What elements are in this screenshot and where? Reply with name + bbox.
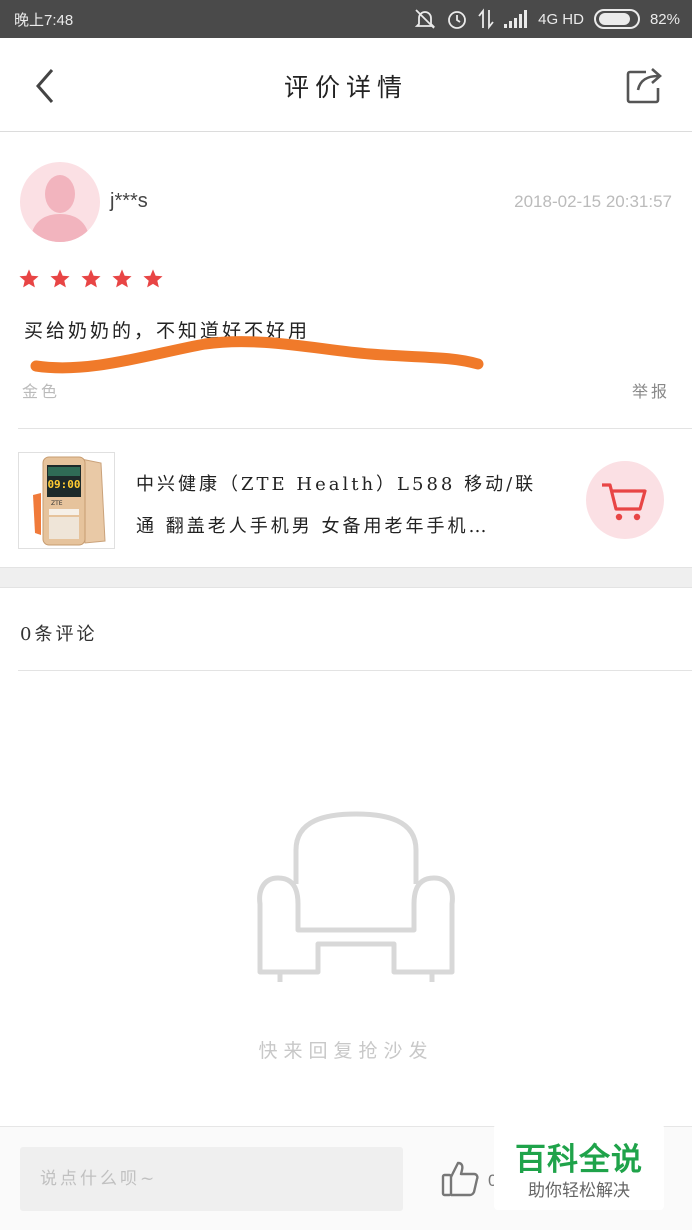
orange-underline-mark (30, 336, 484, 374)
watermark-title: 百科全说 (515, 1142, 643, 1178)
status-bar: 晚上7:48 4G HD 82% (0, 0, 692, 38)
status-icons: 4G HD 82% (414, 8, 680, 30)
star-icon (143, 269, 163, 288)
product-name-line1: 中兴健康（ZTE Health）L588 移动/联 (136, 474, 537, 495)
phone-screen-time: 09:00 (47, 478, 80, 491)
empty-comments-text: 快来回复抢沙发 (258, 1040, 434, 1062)
product-name-line2: 通 翻盖老人手机男 女备用老年手机… (136, 516, 490, 537)
product-thumbnail: 09:00 ZTE (18, 452, 115, 549)
share-icon (626, 68, 662, 104)
section-separator (0, 567, 692, 588)
share-button[interactable] (624, 64, 666, 106)
status-time: 晚上7:48 (14, 12, 74, 29)
report-link[interactable]: 举报 (632, 378, 670, 402)
battery-percent: 82% (649, 10, 680, 28)
review-date: 2018-02-15 20:31:57 (514, 192, 672, 211)
comment-input[interactable] (20, 1147, 403, 1211)
star-icon (112, 269, 132, 288)
reviewer-username: j***s (110, 190, 148, 212)
product-name: 中兴健康（ZTE Health）L588 移动/联 通 翻盖老人手机男 女备用老… (136, 464, 566, 548)
watermark-logo: 百科全说 助你轻松解决 (494, 1124, 664, 1210)
avatar[interactable] (20, 162, 100, 242)
watermark-subtitle: 助你轻松解决 (528, 1181, 630, 1201)
network-type: 4G HD (538, 10, 584, 28)
battery-icon (593, 9, 640, 29)
divider (18, 428, 692, 429)
star-icon (81, 269, 101, 288)
app-header: 评价详情 (0, 38, 692, 132)
rating-stars (18, 268, 164, 290)
thumbs-up-icon (441, 1161, 479, 1197)
shopping-cart-icon (602, 483, 647, 521)
page-title: 评价详情 (283, 73, 408, 102)
signal-icon (504, 10, 528, 28)
divider (18, 670, 692, 671)
add-to-cart-button[interactable] (586, 461, 664, 539)
data-transfer-icon (478, 8, 494, 30)
star-icon (19, 269, 39, 288)
comment-count: 0条评论 (20, 624, 98, 645)
default-user-icon (30, 175, 90, 242)
mute-bell-icon (414, 9, 436, 29)
flip-phone-image: 09:00 ZTE (33, 456, 106, 546)
product-card[interactable]: 09:00 ZTE 中兴健康（ZTE Health）L588 移动/联 通 翻盖… (18, 452, 674, 550)
product-variant: 金色 (22, 382, 61, 401)
phone-brand: ZTE (51, 500, 63, 507)
alarm-icon (448, 11, 467, 29)
sofa-icon (257, 811, 455, 982)
like-button[interactable] (440, 1157, 482, 1199)
star-icon (50, 269, 70, 288)
